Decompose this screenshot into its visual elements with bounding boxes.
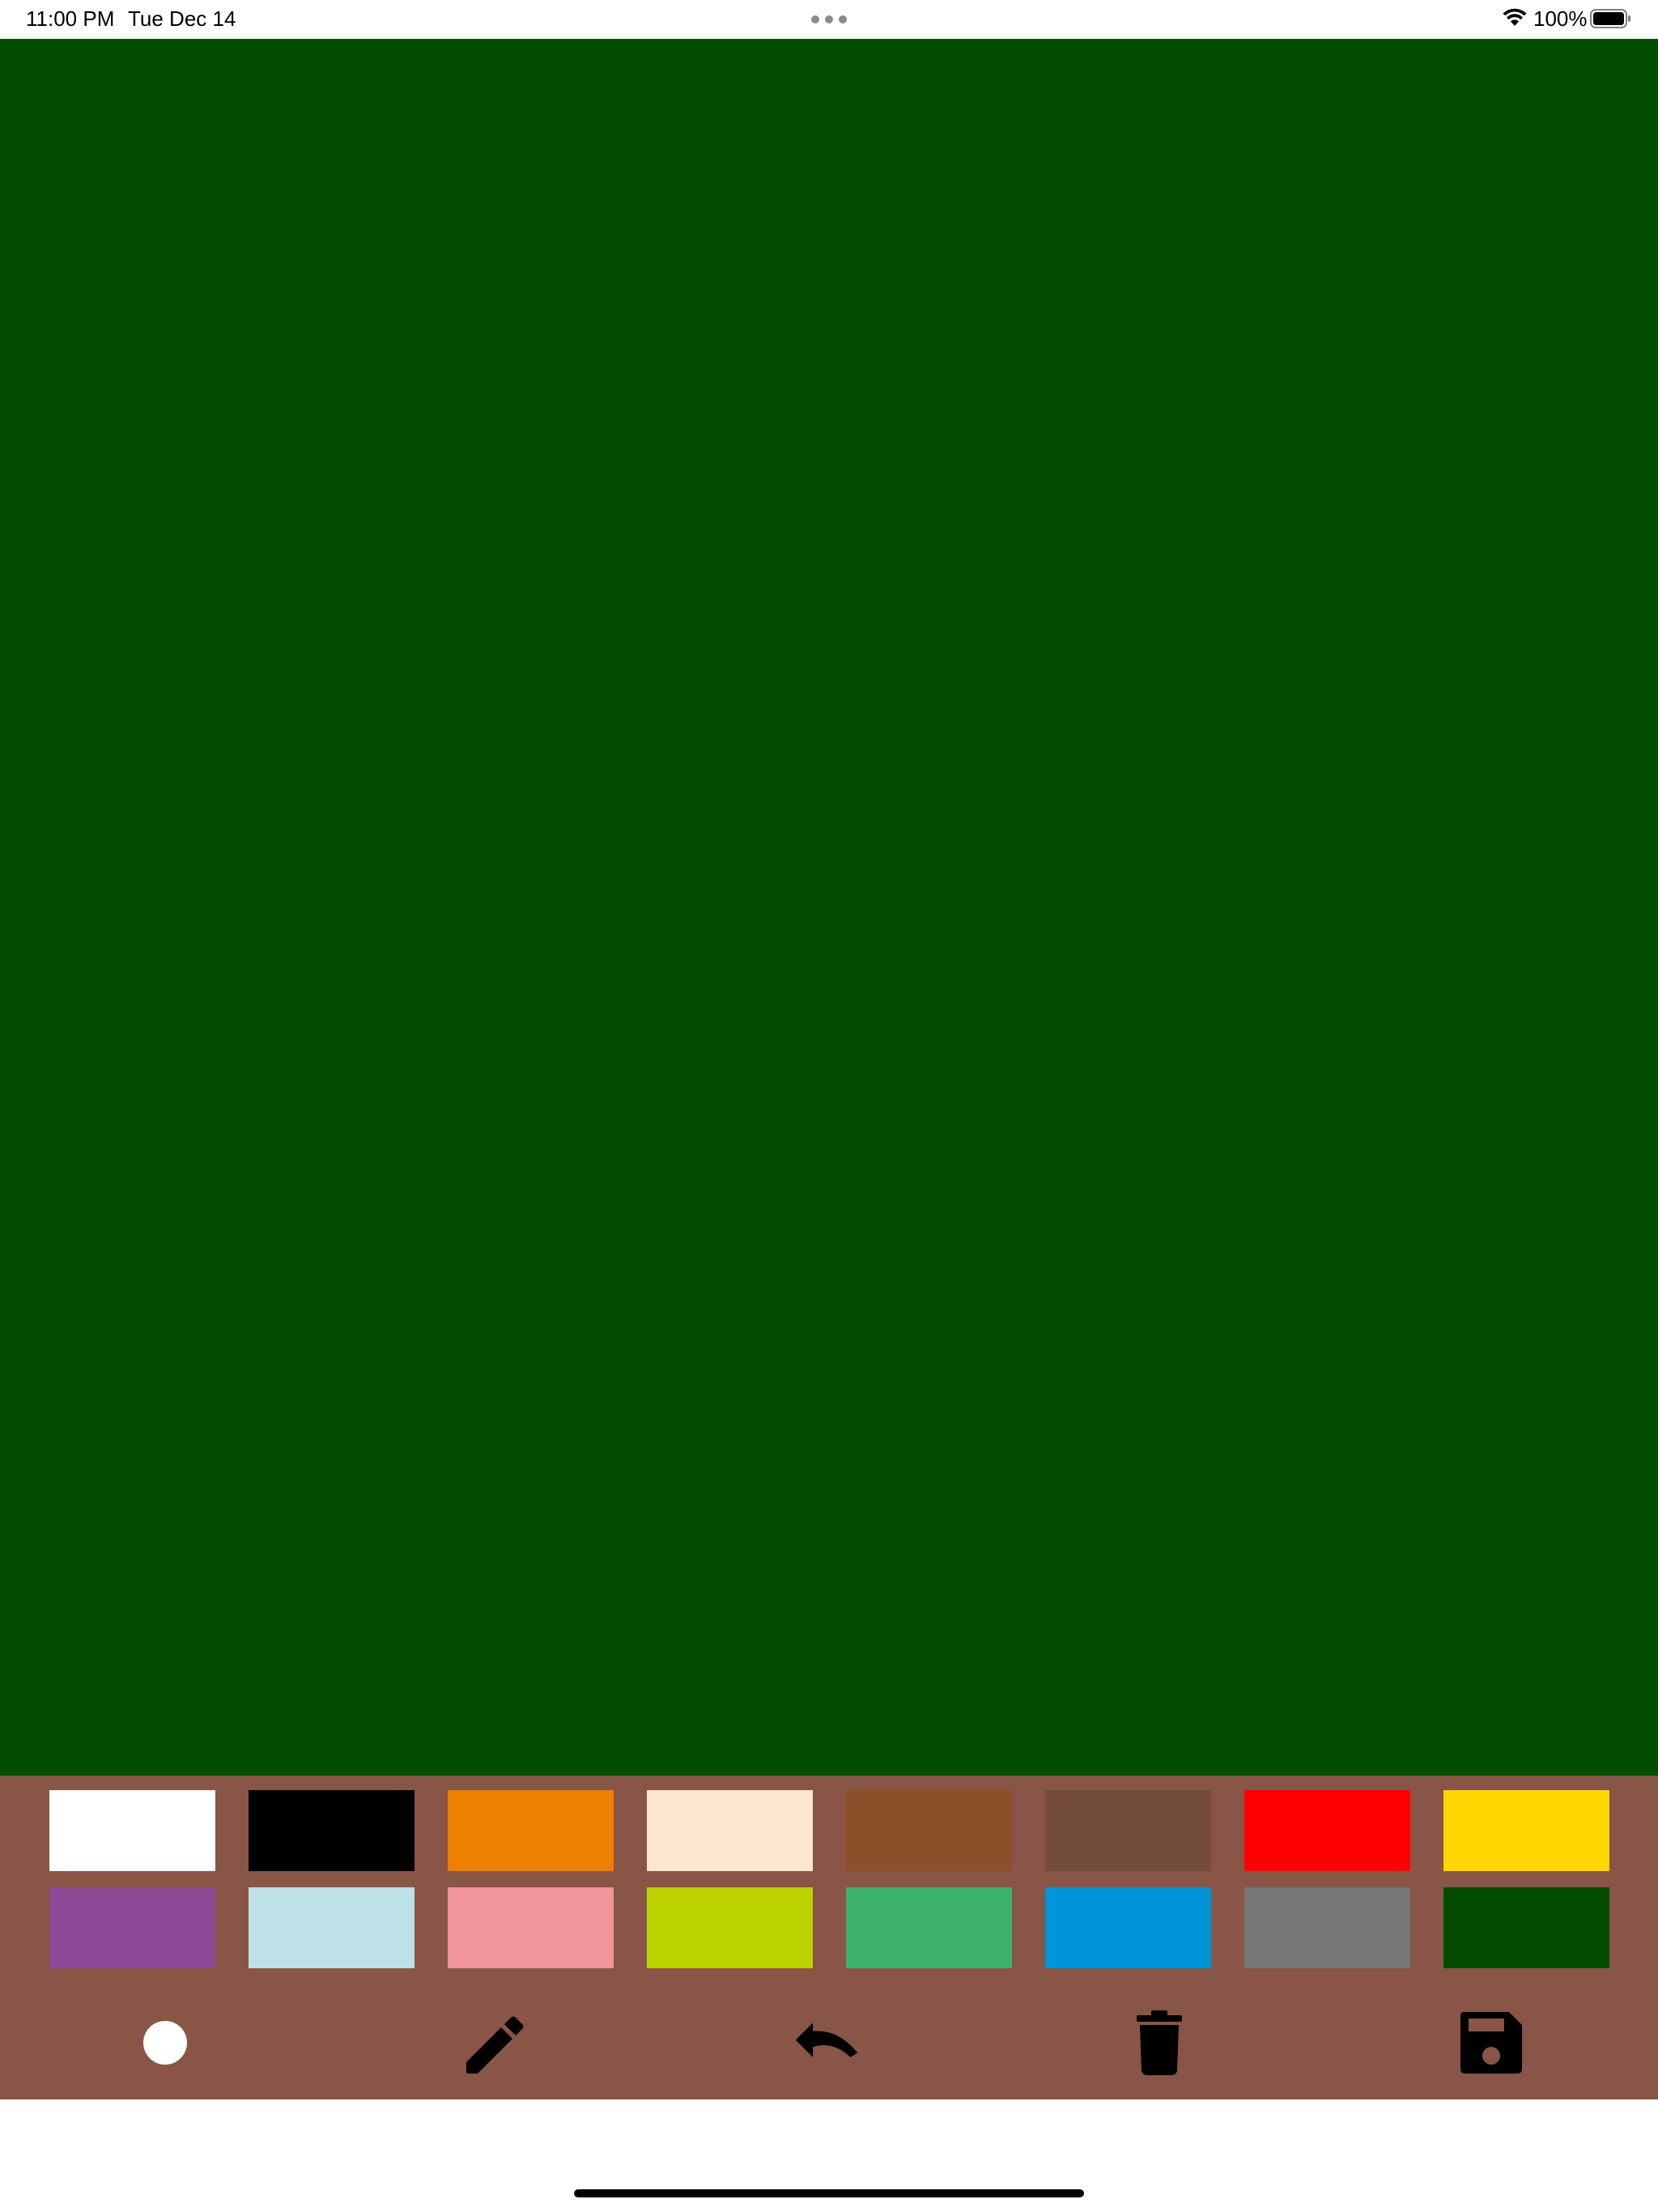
color-swatch[interactable] (846, 1790, 1012, 1871)
drawing-canvas[interactable] (0, 39, 1658, 1776)
battery-icon (1590, 9, 1630, 28)
save-button[interactable] (1459, 2006, 1524, 2079)
brush-size-button[interactable] (133, 2006, 198, 2079)
color-swatch[interactable] (1045, 1887, 1211, 1968)
color-swatch[interactable] (846, 1887, 1012, 1968)
color-swatch[interactable] (448, 1887, 614, 1968)
trash-icon (1137, 2010, 1182, 2075)
color-swatch[interactable] (1443, 1887, 1609, 1968)
delete-button[interactable] (1127, 2006, 1192, 2079)
pencil-button[interactable] (463, 2006, 528, 2079)
wifi-icon (1503, 8, 1527, 26)
status-time: 11:00 PM (26, 6, 115, 31)
undo-icon (795, 2023, 858, 2057)
status-bar: 11:00 PM Tue Dec 14 100% (0, 0, 1658, 39)
color-swatch[interactable] (1045, 1790, 1211, 1871)
home-indicator[interactable] (574, 2189, 1084, 2197)
color-swatch[interactable] (249, 1887, 414, 1968)
color-swatch[interactable] (647, 1887, 813, 1968)
color-swatch[interactable] (49, 1790, 215, 1871)
pencil-icon (466, 2016, 524, 2074)
color-swatch[interactable] (647, 1790, 813, 1871)
multitasking-dots-icon[interactable] (811, 15, 847, 23)
status-date: Tue Dec 14 (128, 6, 236, 31)
undo-button[interactable] (794, 2006, 859, 2079)
color-swatch[interactable] (1443, 1790, 1609, 1871)
save-floppy-icon (1460, 2012, 1522, 2074)
color-swatch[interactable] (1244, 1790, 1410, 1871)
color-swatch[interactable] (249, 1790, 414, 1871)
color-swatch[interactable] (1244, 1887, 1410, 1968)
color-swatch[interactable] (448, 1790, 614, 1871)
brush-size-circle-icon (143, 2021, 187, 2065)
battery-percentage: 100% (1533, 6, 1588, 31)
color-swatch[interactable] (49, 1887, 215, 1968)
